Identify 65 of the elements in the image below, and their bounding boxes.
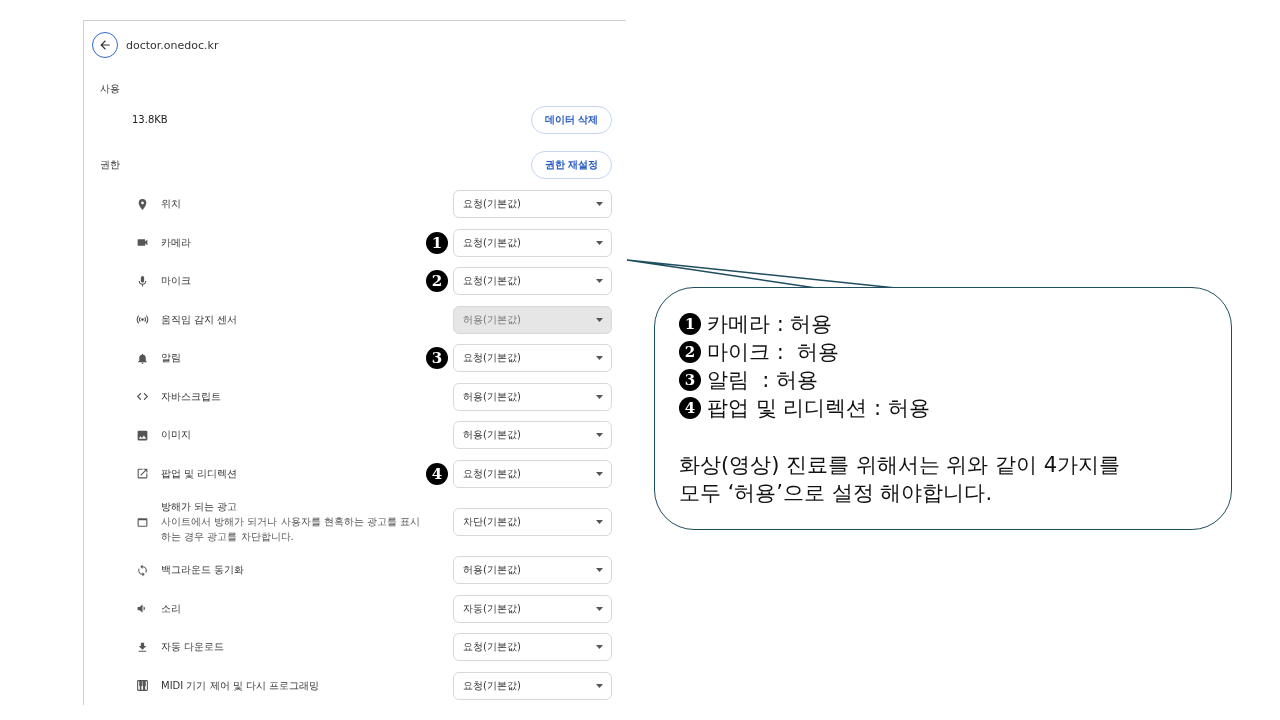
permission-label: 알림 — [161, 351, 182, 366]
dropdown-caret-icon — [596, 317, 603, 322]
permission-dropdown[interactable]: 허용(기본값) — [453, 421, 612, 450]
permission-label: 이미지 — [161, 428, 192, 443]
permission-label: 움직임 감지 센서 — [161, 312, 239, 327]
permission-dropdown[interactable]: 자동(기본값) — [453, 594, 612, 623]
permission-dropdown[interactable]: 요청(기본값) — [453, 633, 612, 662]
number-marker: 4 — [679, 397, 701, 420]
permission-label: 마이크 — [161, 274, 192, 289]
permission-label: 위치 — [161, 197, 182, 212]
callout-item: 팝업 및 리디렉션 : 허용 — [707, 395, 930, 423]
callout-item: 알림 : 허용 — [707, 367, 819, 395]
dropdown-caret-icon — [596, 471, 603, 476]
image-icon — [135, 428, 149, 442]
permission-dropdown[interactable]: 요청(기본값) — [453, 671, 612, 700]
storage-size: 13.8KB — [132, 114, 168, 126]
dropdown-caret-icon — [596, 279, 603, 284]
dropdown-caret-icon — [596, 433, 603, 438]
number-marker: 2 — [426, 270, 448, 293]
sync-arrows-icon — [135, 563, 149, 577]
dropdown-caret-icon — [596, 683, 603, 688]
number-marker: 4 — [426, 462, 448, 485]
dropdown-caret-icon — [596, 520, 603, 524]
bell-icon — [135, 351, 149, 365]
permission-dropdown[interactable]: 차단(기본값) — [453, 508, 612, 536]
piano-keys-icon — [135, 679, 149, 693]
callout-item: 카메라 : 허용 — [707, 311, 833, 339]
back-button[interactable] — [92, 32, 118, 59]
permission-label: 자바스크립트 — [161, 389, 222, 404]
callout-item: 마이크 : 허용 — [707, 339, 840, 367]
clear-data-button[interactable]: 데이터 삭제 — [530, 105, 612, 134]
permission-label: 백그라운드 동기화 — [161, 563, 246, 578]
permission-dropdown[interactable]: 요청(기본값) — [453, 190, 612, 219]
number-marker: 1 — [679, 313, 701, 336]
permission-dropdown[interactable]: 요청(기본값) — [453, 267, 612, 296]
dropdown-caret-icon — [596, 394, 603, 399]
permission-label: MIDI 기기 제어 및 다시 프로그래밍 — [161, 678, 321, 693]
permission-label: 소리 — [161, 601, 182, 616]
dropdown-caret-icon — [596, 645, 603, 650]
dropdown-caret-icon — [596, 568, 603, 573]
permission-dropdown[interactable]: 요청(기본값) — [453, 459, 612, 488]
dropdown-caret-icon — [596, 240, 603, 245]
permission-label: 방해가 되는 광고 — [161, 500, 239, 514]
number-marker: 3 — [679, 369, 701, 392]
dropdown-caret-icon — [596, 606, 603, 611]
browser-window-icon — [135, 515, 149, 529]
reset-permissions-button[interactable]: 권한 재설정 — [530, 150, 612, 179]
number-marker: 3 — [426, 347, 448, 370]
site-title: doctor.onedoc.kr — [126, 38, 219, 52]
number-marker: 2 — [679, 341, 701, 364]
callout-note: 화상(영상) 진료를 위해서는 위와 같이 4가지를 모두 ‘허용’으로 설정 해야합니다. — [679, 452, 1122, 507]
permission-label: 팝업 및 리디렉션 — [161, 466, 239, 481]
external-link-icon — [135, 467, 149, 481]
permission-label: 자동 다운로드 — [161, 640, 226, 655]
permission-label: 카메라 — [161, 235, 192, 250]
permission-dropdown[interactable]: 허용(기본값) — [453, 382, 612, 411]
dropdown-caret-icon — [596, 356, 603, 361]
permission-dropdown[interactable]: 허용(기본값) — [453, 556, 612, 585]
permission-dropdown[interactable]: 요청(기본값) — [453, 228, 612, 257]
dropdown-caret-icon — [596, 202, 603, 207]
section-heading: 사용 — [100, 81, 121, 96]
number-marker: 1 — [426, 231, 448, 254]
permission-description: 사이트에서 방해가 되거나 사용자를 현혹하는 광고를 표시하는 경우 광고를 차단합니다. — [161, 515, 422, 544]
permission-dropdown[interactable]: 요청(기본값) — [453, 344, 612, 373]
section-heading: 권한 — [100, 157, 120, 172]
